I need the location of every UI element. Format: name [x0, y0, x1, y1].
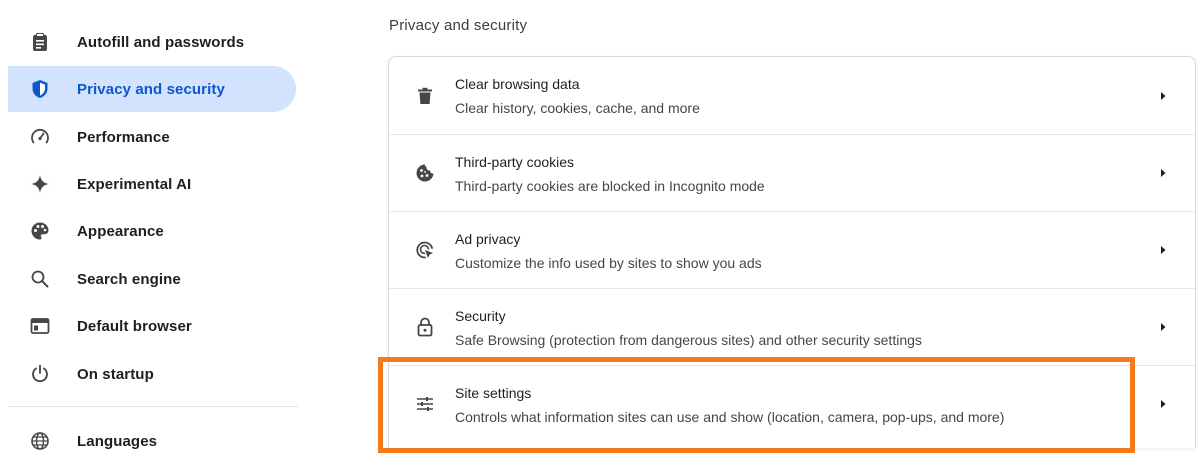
privacy-settings-card: Clear browsing data Clear history, cooki…: [388, 56, 1196, 448]
sidebar-item-search-engine[interactable]: Search engine: [8, 256, 296, 302]
row-subtitle: Safe Browsing (protection from dangerous…: [455, 332, 922, 348]
speedometer-icon: [30, 127, 50, 147]
row-subtitle: Third-party cookies are blocked in Incog…: [455, 178, 765, 194]
row-title: Site settings: [455, 385, 532, 401]
row-title: Security: [455, 308, 506, 324]
chevron-right-icon: [1161, 169, 1166, 177]
sidebar-item-experimental-ai[interactable]: Experimental AI: [8, 161, 296, 207]
power-icon: [30, 364, 50, 384]
shield-icon: [30, 79, 50, 99]
sidebar-item-label: Performance: [77, 128, 170, 146]
sidebar-item-label: Search engine: [77, 270, 181, 288]
ad-privacy-icon: [415, 240, 435, 260]
palette-icon: [30, 221, 50, 241]
row-title: Third-party cookies: [455, 154, 575, 170]
chevron-right-icon: [1161, 91, 1166, 100]
chevron-right-icon: [1161, 246, 1166, 254]
sidebar-item-label: Appearance: [77, 222, 164, 240]
row-security[interactable]: Security Safe Browsing (protection from …: [389, 288, 1195, 365]
trash-icon: [415, 86, 435, 106]
chevron-right-icon: [1161, 323, 1166, 331]
search-icon: [30, 269, 50, 289]
sidebar-item-appearance[interactable]: Appearance: [8, 208, 296, 254]
sidebar-item-default-browser[interactable]: Default browser: [8, 303, 296, 349]
browser-window-icon: [30, 316, 50, 336]
globe-icon: [30, 431, 50, 451]
settings-sidebar: Autofill and passwords Privacy and secur…: [0, 0, 300, 456]
cookie-icon: [415, 163, 435, 183]
sparkle-icon: [30, 174, 50, 194]
row-subtitle: Controls what information sites can use …: [455, 409, 1005, 425]
sidebar-item-label: Privacy and security: [77, 80, 225, 98]
row-clear-browsing-data[interactable]: Clear browsing data Clear history, cooki…: [389, 57, 1195, 134]
lock-icon: [415, 317, 435, 337]
sidebar-item-autofill-and-passwords[interactable]: Autofill and passwords: [8, 19, 296, 65]
sidebar-item-label: Autofill and passwords: [77, 33, 245, 51]
row-subtitle: Clear history, cookies, cache, and more: [455, 100, 700, 116]
row-title: Clear browsing data: [455, 76, 580, 92]
sidebar-item-on-startup[interactable]: On startup: [8, 351, 296, 397]
sidebar-item-label: Languages: [77, 432, 158, 450]
sidebar-item-label: Default browser: [77, 317, 192, 335]
row-third-party-cookies[interactable]: Third-party cookies Third-party cookies …: [389, 134, 1195, 211]
row-site-settings[interactable]: Site settings Controls what information …: [389, 365, 1195, 442]
clipboard-icon: [30, 32, 50, 52]
sidebar-item-label: Experimental AI: [77, 175, 192, 193]
sliders-icon: [415, 394, 435, 414]
sidebar-item-languages[interactable]: Languages: [8, 418, 296, 456]
sidebar-divider: [8, 406, 298, 407]
page-title: Privacy and security: [389, 17, 528, 34]
sidebar-item-performance[interactable]: Performance: [8, 114, 296, 160]
row-title: Ad privacy: [455, 231, 521, 247]
chevron-right-icon: [1161, 400, 1166, 408]
row-subtitle: Customize the info used by sites to show…: [455, 255, 762, 271]
sidebar-item-privacy-and-security[interactable]: Privacy and security: [8, 66, 296, 112]
sidebar-item-label: On startup: [77, 365, 154, 383]
row-ad-privacy[interactable]: Ad privacy Customize the info used by si…: [389, 211, 1195, 288]
